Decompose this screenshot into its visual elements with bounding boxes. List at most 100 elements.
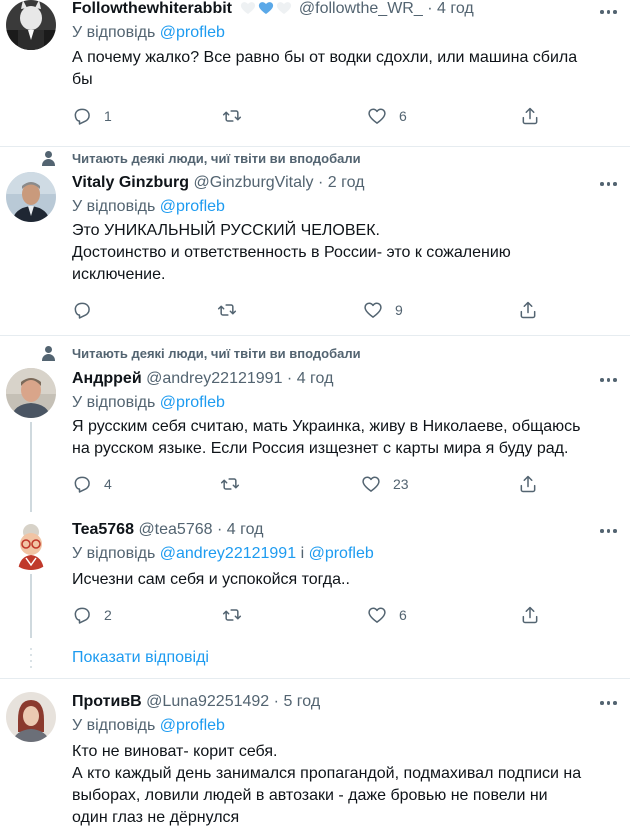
retweet-button[interactable]	[222, 105, 254, 127]
tweet-text-line: выборах, ловили людей в автозаки - даже …	[72, 787, 548, 804]
social-context: Читають деякі люди, чиї твіти ви вподоба…	[0, 150, 630, 170]
replying-to: У відповідь @profleb	[72, 394, 225, 412]
replying-label: У відповідь	[72, 717, 156, 734]
reply-button[interactable]: 2	[72, 604, 112, 626]
more-dots-icon[interactable]	[600, 529, 618, 535]
mention-link[interactable]: @profleb	[160, 198, 225, 215]
mention-link[interactable]: @profleb	[309, 545, 374, 562]
like-button[interactable]: 23	[361, 473, 409, 495]
replying-to: У відповідь @andrey22121991 і @profleb	[72, 545, 374, 563]
divider	[0, 146, 630, 147]
replying-label: У відповідь	[72, 545, 156, 562]
mention-link[interactable]: @profleb	[160, 394, 225, 411]
more-dots-icon[interactable]	[600, 182, 618, 188]
tweet-text: Исчезни сам себя и успокойся тогда..	[72, 569, 624, 591]
retweet-button[interactable]	[217, 299, 249, 321]
tweet-actions: 1 6	[72, 105, 612, 127]
share-icon	[520, 301, 536, 319]
avatar[interactable]	[6, 368, 56, 418]
avatar[interactable]	[6, 520, 56, 570]
share-button[interactable]	[518, 473, 538, 495]
reply-count: 1	[104, 108, 112, 124]
tweet-time[interactable]: 5 год	[283, 693, 320, 710]
reply-icon	[74, 476, 90, 493]
tweet-text-line: один глаз не дёрнулся	[72, 809, 240, 826]
like-count: 6	[399, 108, 407, 124]
tweet-text-line: Я русским себя считаю, мать Украинка, жи…	[72, 418, 581, 435]
social-context-label: Читають деякі люди, чиї твіти ви вподоба…	[72, 151, 361, 166]
replying-to: У відповідь @profleb	[72, 717, 225, 735]
thread-line	[30, 574, 32, 638]
share-button[interactable]	[520, 105, 540, 127]
tweet-time[interactable]: 2 год	[328, 174, 365, 191]
tweet-header: Vitaly Ginzburg @GinzburgVitaly · 2 год	[72, 174, 364, 196]
avatar[interactable]	[6, 0, 56, 50]
separator-dot: ·	[427, 0, 433, 17]
mention-link[interactable]: @profleb	[160, 717, 225, 734]
tweet-text: Это УНИКАЛЬНЫЙ РУССКИЙ ЧЕЛОВЕК. Достоинс…	[72, 220, 624, 286]
author-handle[interactable]: @tea5768	[138, 521, 212, 538]
author-handle[interactable]: @andrey22121991	[146, 370, 282, 387]
social-context: Читають деякі люди, чиї твіти ви вподоба…	[0, 345, 630, 365]
author-name[interactable]: Followthewhiterabbit	[72, 0, 232, 17]
retweet-button[interactable]	[220, 473, 252, 495]
tweet[interactable]: Vitaly Ginzburg @GinzburgVitaly · 2 год …	[0, 170, 630, 335]
tweet-time[interactable]: 4 год	[297, 370, 334, 387]
like-button[interactable]: 9	[363, 299, 403, 321]
replying-label: У відповідь	[72, 24, 156, 41]
show-replies-link[interactable]: Показати відповіді	[72, 649, 209, 667]
more-dots-icon[interactable]	[600, 701, 618, 707]
tweet-text-line: Достоинство и ответственность в России- …	[72, 244, 511, 261]
tweet-text: Кто не виноват- корит себя. А кто каждый…	[72, 741, 624, 829]
separator-dot: ·	[317, 174, 324, 191]
author-handle[interactable]: @followthe_WR_	[299, 0, 423, 17]
mention-link[interactable]: @andrey22121991	[160, 545, 296, 562]
tweet-time[interactable]: 4 год	[227, 521, 264, 538]
author-name[interactable]: Андррей	[72, 370, 142, 387]
tweet[interactable]: Андррей @andrey22121991 · 4 год У відпов…	[0, 366, 630, 510]
author-name[interactable]: ПротивВ	[72, 693, 142, 710]
tweet-text: А почему жалко? Все равно бы от водки сд…	[72, 47, 624, 91]
replying-label: У відповідь	[72, 198, 156, 215]
share-icon	[520, 475, 536, 493]
author-name[interactable]: Vitaly Ginzburg	[72, 174, 189, 191]
white-heart-icon	[240, 1, 256, 15]
replying-label: У відповідь	[72, 394, 156, 411]
author-handle[interactable]: @GinzburgVitaly	[194, 174, 314, 191]
author-handle[interactable]: @Luna92251492	[146, 693, 269, 710]
divider	[0, 678, 630, 679]
author-name[interactable]: Tea5768	[72, 521, 134, 538]
retweet-icon	[222, 110, 242, 122]
retweet-icon	[217, 304, 237, 316]
blue-heart-icon	[258, 1, 274, 15]
more-dots-icon[interactable]	[600, 10, 618, 16]
tweet[interactable]: ПротивВ @Luna92251492 · 5 год У відповід…	[0, 690, 630, 836]
like-button[interactable]: 6	[367, 604, 407, 626]
tweet-text-line: бы	[72, 71, 93, 88]
retweet-button[interactable]	[222, 604, 254, 626]
tweet-time[interactable]: 4 год	[437, 0, 474, 17]
tweet-text-line: исключение.	[72, 266, 166, 283]
heart-icon	[368, 108, 386, 124]
mention-link[interactable]: @profleb	[160, 24, 225, 41]
separator-dot: ·	[286, 370, 293, 387]
more-dots-icon[interactable]	[600, 378, 618, 384]
retweet-icon	[220, 478, 240, 490]
like-button[interactable]: 6	[367, 105, 407, 127]
share-button[interactable]	[518, 299, 538, 321]
tweet[interactable]: Followthewhiterabbit @followthe_WR_ · 4 …	[0, 0, 630, 146]
tweet-text-line: Исчезни сам себя и успокойся тогда..	[72, 571, 350, 588]
tweet-header: Андррей @andrey22121991 · 4 год	[72, 370, 333, 392]
person-icon	[42, 151, 56, 167]
tweet-text-line: А почему жалко? Все равно бы от водки сд…	[72, 49, 578, 66]
avatar[interactable]	[6, 692, 56, 742]
reply-button[interactable]: 1	[72, 105, 112, 127]
share-button[interactable]	[520, 604, 540, 626]
reply-button[interactable]: 4	[72, 473, 112, 495]
tweet-text-line: Кто не виноват- корит себя.	[72, 743, 278, 760]
avatar[interactable]	[6, 172, 56, 222]
share-icon	[522, 107, 538, 125]
tweet[interactable]: Tea5768 @tea5768 · 4 год У відповідь @an…	[0, 518, 630, 640]
reply-icon	[74, 302, 90, 319]
reply-button[interactable]	[72, 299, 104, 321]
